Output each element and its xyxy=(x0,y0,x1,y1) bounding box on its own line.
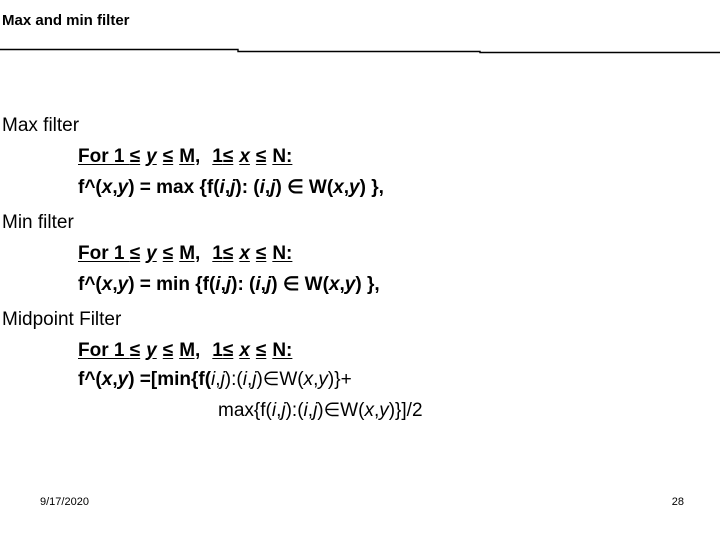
for-condition-midpoint: For 1 ≤ y ≤ M, 1≤ x ≤ N: xyxy=(78,336,720,364)
le-symbol: ≤ xyxy=(162,339,174,361)
section-heading-label: Min filter xyxy=(2,211,74,233)
var-x: x xyxy=(239,242,250,264)
eq-element-of: ) ∈ W( xyxy=(271,274,329,295)
var-x: x xyxy=(303,369,314,390)
var-x: x xyxy=(333,177,344,198)
eq-operator: ) =[min{f( xyxy=(128,369,212,390)
var-y: y xyxy=(146,145,157,167)
var-y: y xyxy=(379,400,389,421)
section-heading-label: Midpoint Filter xyxy=(2,308,122,330)
eq-mid: ):( xyxy=(224,369,243,390)
eq-lhs: f^( xyxy=(78,274,102,295)
var-x: x xyxy=(364,400,374,421)
le-symbol: ≤ xyxy=(129,145,141,167)
equation-min: f^(x, y) = min {f(i, j): (i, j) ∈ W(x, y… xyxy=(78,267,720,302)
le-symbol: ≤ xyxy=(255,339,267,361)
section-heading-midpoint-filter: Midpoint Filter xyxy=(2,302,720,336)
equation-max: f^(x, y) = max {f(i, j): (i, j) ∈ W(x, y… xyxy=(78,170,720,205)
for-prefix: For 1 xyxy=(78,242,130,264)
eq-element-of: )∈W( xyxy=(317,400,365,421)
eq-tail: ) }, xyxy=(355,274,380,295)
le-symbol: ≤ xyxy=(129,339,141,361)
for-prefix: For 1 xyxy=(78,145,130,167)
var-x: x xyxy=(239,339,250,361)
eq-tail: )}]/2 xyxy=(388,400,423,421)
for-condition-max: For 1 ≤ y ≤ M, 1≤ x ≤ N: xyxy=(78,142,720,170)
eq-lhs: f^( xyxy=(78,177,102,198)
le-symbol: ≤ xyxy=(255,242,267,264)
eq-element-of: ) ∈ W( xyxy=(275,177,334,198)
bound-n: N: xyxy=(272,145,293,167)
eq-mid: ):( xyxy=(285,400,304,421)
one-literal: 1 xyxy=(212,242,223,264)
for-prefix: For 1 xyxy=(78,339,130,361)
eq-tail: )}+ xyxy=(327,369,352,390)
var-x: x xyxy=(101,369,113,390)
bound-n: N: xyxy=(272,242,293,264)
bound-m: M, xyxy=(179,339,201,361)
eq-element-of: )∈W( xyxy=(256,369,304,390)
equation-midpoint-part-a: f^(x, y) =[min{f(i, j):(i, j)∈W(x, y)}+ xyxy=(78,364,720,395)
var-y: y xyxy=(117,274,129,295)
le-symbol: ≤ xyxy=(129,242,141,264)
title-divider xyxy=(0,48,720,54)
le-symbol: ≤ xyxy=(222,145,234,167)
var-x: x xyxy=(328,274,340,295)
one-literal: 1 xyxy=(212,339,223,361)
bound-m: M, xyxy=(179,145,201,167)
le-symbol: ≤ xyxy=(222,339,234,361)
le-symbol: ≤ xyxy=(162,145,174,167)
eq-lhs: f^( xyxy=(78,369,102,390)
eq-mid: ): ( xyxy=(231,274,256,295)
var-x: x xyxy=(239,145,250,167)
slide-body: Max filter For 1 ≤ y ≤ M, 1≤ x ≤ N: f^(x, y) = … xyxy=(0,108,720,426)
eq-operator: ) = min {f( xyxy=(128,274,216,295)
var-y: y xyxy=(146,242,157,264)
var-y: y xyxy=(117,177,129,198)
one-literal: 1 xyxy=(212,145,223,167)
for-condition-min: For 1 ≤ y ≤ M, 1≤ x ≤ N: xyxy=(78,239,720,267)
eq-operator: max{f( xyxy=(218,400,272,421)
page-title: Max and min filter xyxy=(2,12,130,29)
eq-operator: ) = max {f( xyxy=(128,177,220,198)
footer-date: 9/17/2020 xyxy=(40,496,89,508)
le-symbol: ≤ xyxy=(255,145,267,167)
eq-tail: ) }, xyxy=(359,177,384,198)
eq-mid: ): ( xyxy=(235,177,260,198)
section-heading-label: Max filter xyxy=(2,114,80,136)
var-y: y xyxy=(117,369,129,390)
le-symbol: ≤ xyxy=(162,242,174,264)
equation-midpoint-part-b: max{f(i, j):(i, j)∈W(x, y)}]/2 xyxy=(218,395,720,426)
footer-page-number: 28 xyxy=(671,496,684,508)
var-y: y xyxy=(146,339,157,361)
bound-n: N: xyxy=(272,339,293,361)
bound-m: M, xyxy=(179,242,201,264)
section-heading-min-filter: Min filter xyxy=(2,205,720,239)
var-x: x xyxy=(101,177,113,198)
var-y: y xyxy=(349,177,360,198)
var-y: y xyxy=(318,369,328,390)
section-heading-max-filter: Max filter xyxy=(2,108,720,142)
var-y: y xyxy=(344,274,356,295)
le-symbol: ≤ xyxy=(222,242,234,264)
var-x: x xyxy=(101,274,113,295)
